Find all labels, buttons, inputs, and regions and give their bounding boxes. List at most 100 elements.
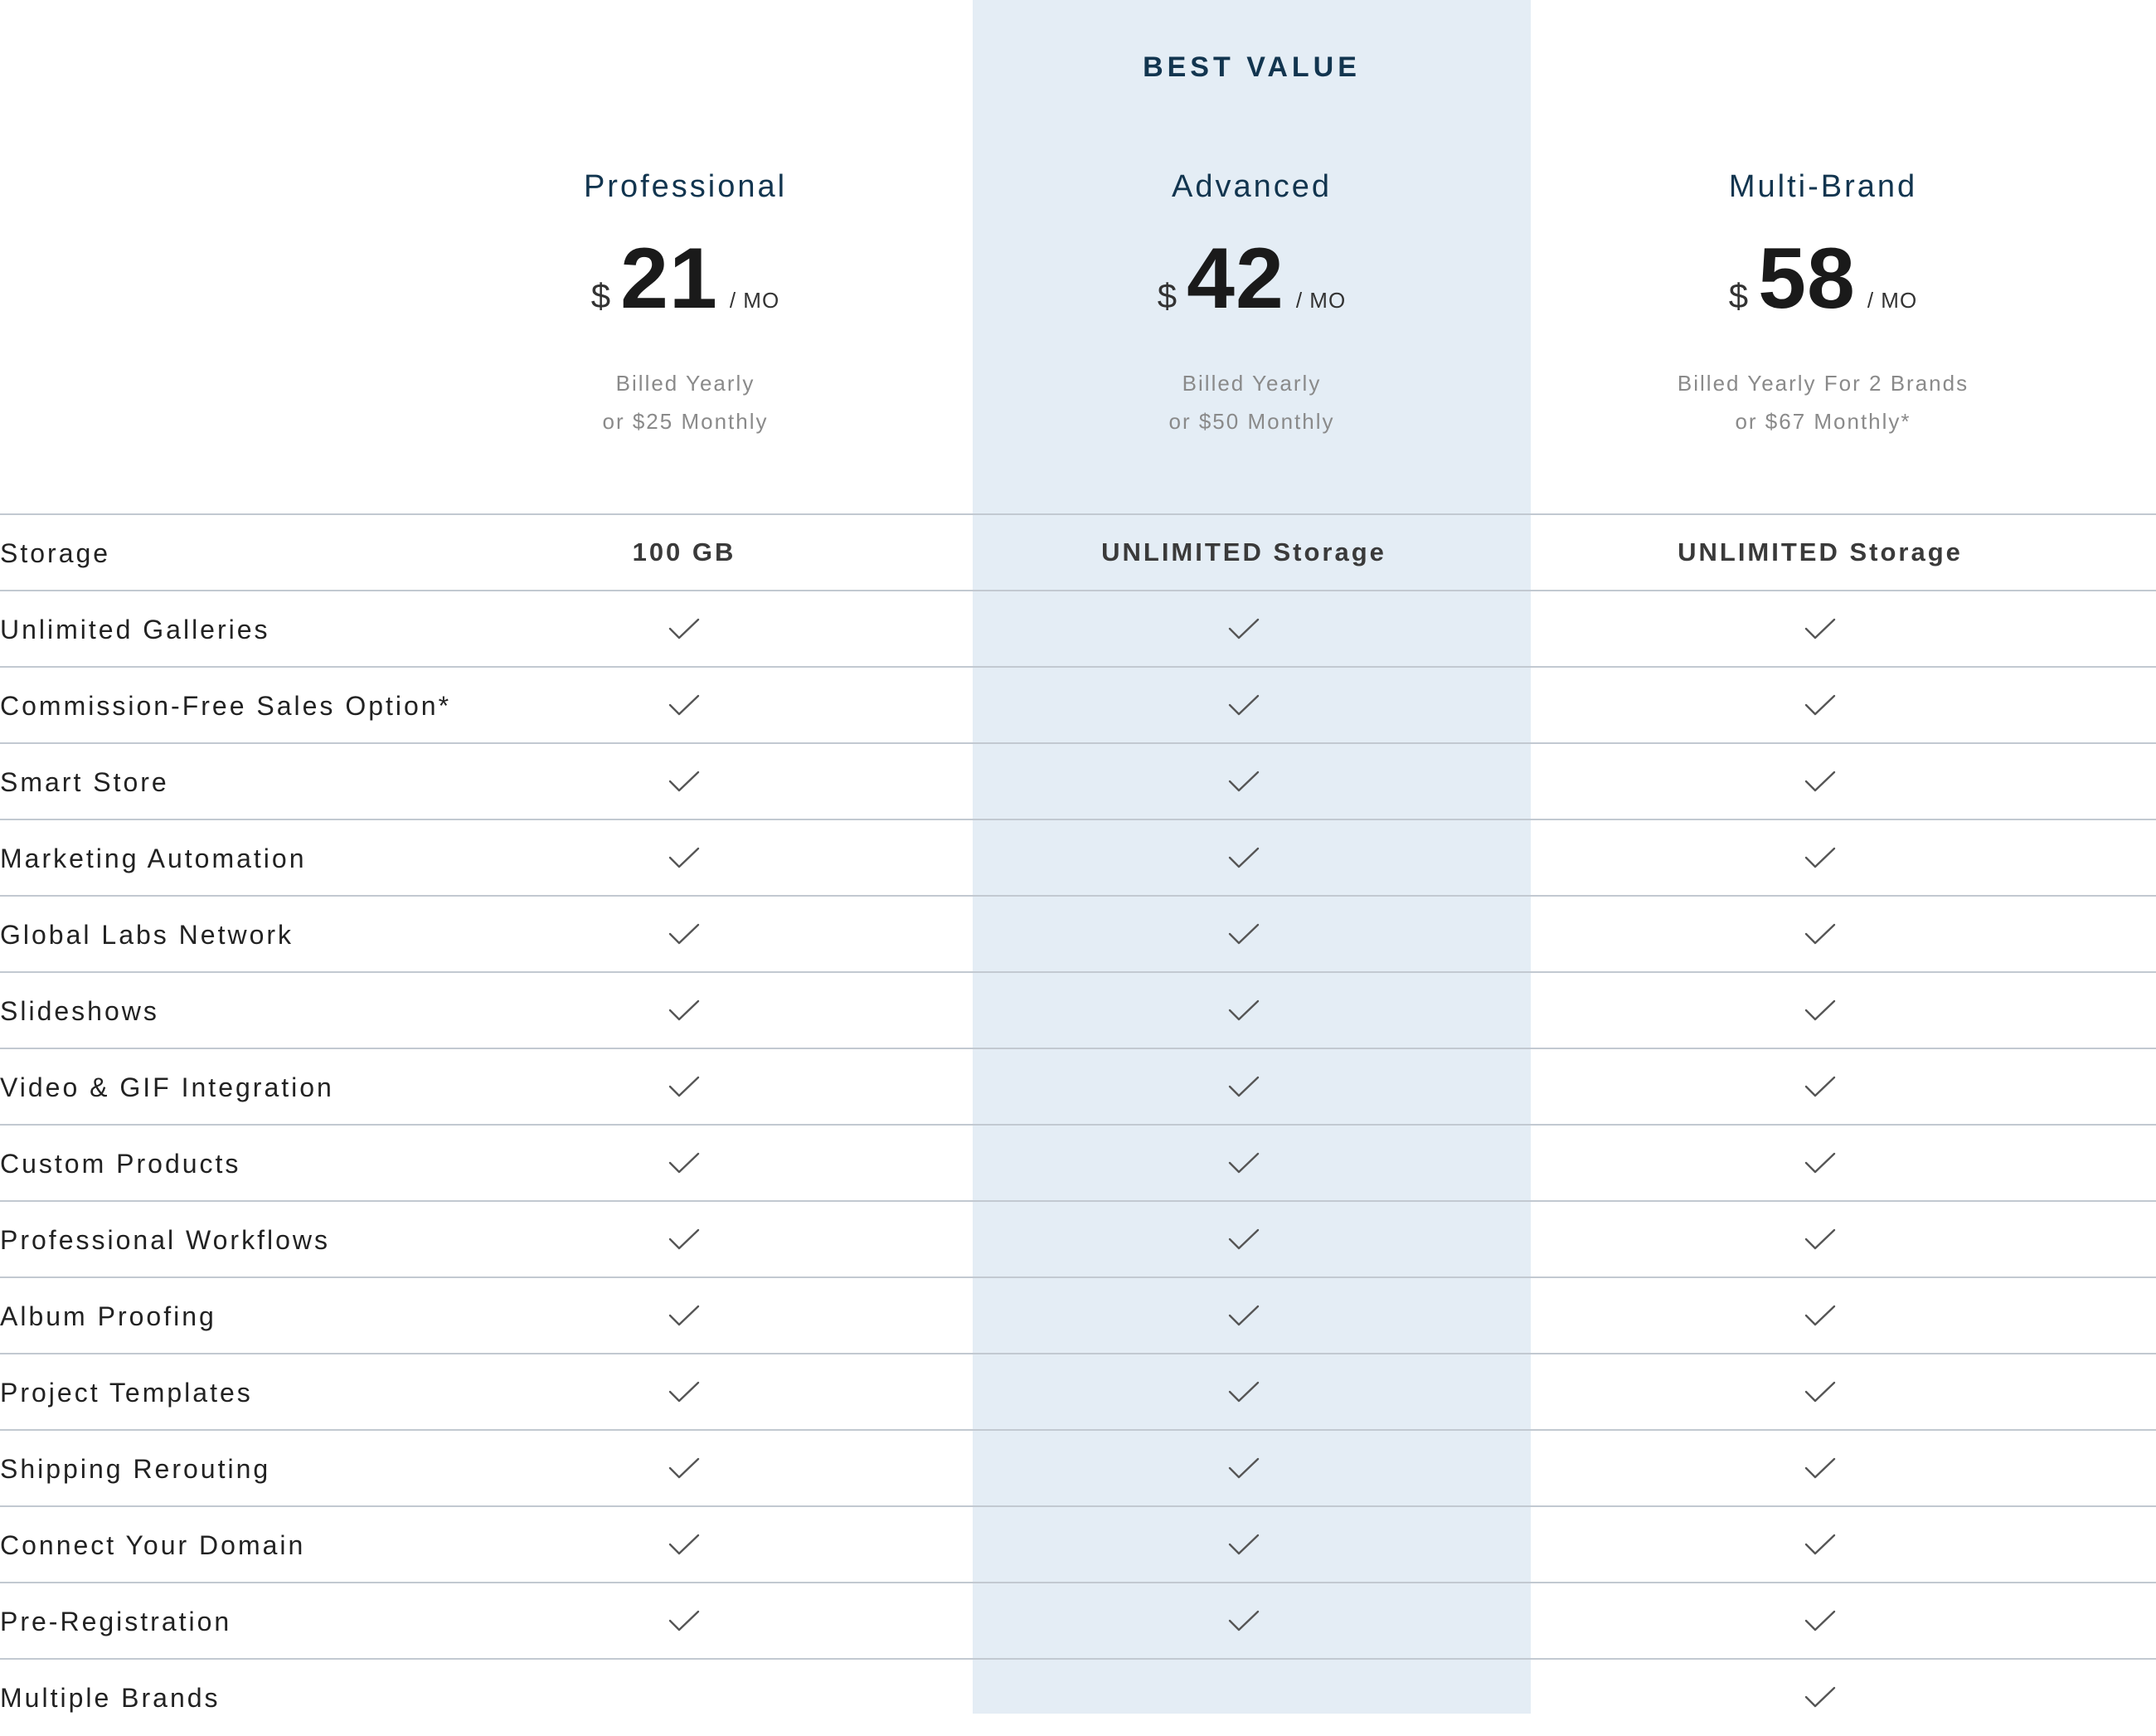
price-amount: 21 bbox=[620, 231, 718, 327]
feature-label: Shipping Rerouting bbox=[0, 1454, 271, 1484]
feature-value: 100 GB bbox=[632, 537, 736, 567]
billing-line-2: or $25 Monthly bbox=[602, 409, 769, 434]
feature-row: Smart Store bbox=[0, 742, 2156, 819]
check-icon bbox=[1804, 1608, 1837, 1633]
feature-label: Unlimited Galleries bbox=[0, 615, 270, 644]
check-icon bbox=[668, 998, 701, 1023]
price-amount: 42 bbox=[1187, 231, 1284, 327]
feature-label: Professional Workflows bbox=[0, 1225, 330, 1255]
feature-label: Multiple Brands bbox=[0, 1683, 221, 1713]
check-icon bbox=[1227, 998, 1260, 1023]
feature-label: Slideshows bbox=[0, 996, 159, 1026]
check-icon bbox=[1804, 693, 1837, 717]
feature-cell bbox=[1136, 1202, 1352, 1276]
feature-label: Custom Products bbox=[0, 1149, 241, 1179]
billing-line-2: or $50 Monthly bbox=[1168, 409, 1335, 434]
price-period: / MO bbox=[1295, 288, 1347, 313]
check-icon bbox=[668, 1074, 701, 1099]
feature-cell bbox=[1136, 1278, 1352, 1353]
feature-cell bbox=[576, 1431, 792, 1505]
feature-cell bbox=[1136, 591, 1352, 666]
feature-cell bbox=[576, 1278, 792, 1353]
feature-cell: UNLIMITED Storage bbox=[1101, 515, 1384, 590]
check-icon bbox=[668, 1379, 701, 1404]
check-icon bbox=[1227, 1227, 1260, 1252]
feature-row: Global Labs Network bbox=[0, 895, 2156, 971]
billing-note: Billed Yearly or $25 Monthly bbox=[406, 364, 964, 440]
check-icon bbox=[1227, 1303, 1260, 1328]
price-period: / MO bbox=[729, 288, 780, 313]
feature-cell bbox=[1136, 973, 1352, 1048]
feature-cell bbox=[576, 1354, 792, 1429]
check-icon bbox=[1227, 921, 1260, 946]
feature-cell bbox=[576, 897, 792, 971]
feature-cell bbox=[1712, 1660, 1928, 1734]
feature-row: Multiple Brands bbox=[0, 1658, 2156, 1734]
feature-cell bbox=[1712, 744, 1928, 819]
check-icon bbox=[668, 1150, 701, 1175]
feature-comparison-table: Storage 100 GB UNLIMITED Storage UNLIMITED … bbox=[0, 513, 2156, 1734]
plan-advanced: Advanced $ 42 / MO Billed Yearly or $50 … bbox=[973, 162, 1531, 440]
check-icon bbox=[1804, 1074, 1837, 1099]
feature-row: Custom Products bbox=[0, 1124, 2156, 1200]
feature-cell bbox=[1712, 1049, 1928, 1124]
feature-cell bbox=[1136, 1049, 1352, 1124]
feature-cell bbox=[1712, 1583, 1928, 1658]
feature-row: Storage 100 GB UNLIMITED Storage UNLIMITED … bbox=[0, 513, 2156, 590]
feature-cell bbox=[1136, 1660, 1352, 1734]
feature-cell bbox=[576, 1507, 792, 1582]
feature-cell bbox=[1712, 1126, 1928, 1200]
feature-cell bbox=[1136, 1354, 1352, 1429]
feature-label: Marketing Automation bbox=[0, 844, 307, 873]
feature-cell bbox=[1712, 1507, 1928, 1582]
feature-cell bbox=[1136, 1583, 1352, 1658]
check-icon bbox=[1227, 616, 1260, 641]
feature-cell bbox=[576, 1202, 792, 1276]
feature-row: Album Proofing bbox=[0, 1276, 2156, 1353]
check-icon bbox=[668, 921, 701, 946]
check-icon bbox=[1804, 769, 1837, 794]
check-icon bbox=[1804, 616, 1837, 641]
feature-label: Global Labs Network bbox=[0, 920, 294, 950]
feature-cell bbox=[1712, 591, 1928, 666]
feature-cell bbox=[576, 1126, 792, 1200]
feature-cell bbox=[1136, 668, 1352, 742]
feature-row: Slideshows bbox=[0, 971, 2156, 1048]
check-icon bbox=[1804, 1227, 1837, 1252]
feature-label: Album Proofing bbox=[0, 1301, 216, 1331]
check-icon bbox=[1227, 1074, 1260, 1099]
check-icon bbox=[668, 845, 701, 870]
feature-label: Video & GIF Integration bbox=[0, 1072, 334, 1102]
feature-cell bbox=[1712, 1354, 1928, 1429]
price-amount: 58 bbox=[1758, 231, 1856, 327]
feature-cell bbox=[576, 591, 792, 666]
feature-label: Connect Your Domain bbox=[0, 1530, 306, 1560]
billing-line-1: Billed Yearly bbox=[1182, 371, 1322, 396]
feature-label: Smart Store bbox=[0, 767, 169, 797]
check-icon bbox=[1227, 1150, 1260, 1175]
check-icon bbox=[668, 1456, 701, 1481]
check-icon bbox=[1804, 998, 1837, 1023]
feature-row: Unlimited Galleries bbox=[0, 590, 2156, 666]
plan-name: Professional bbox=[583, 169, 788, 204]
check-icon bbox=[1227, 1608, 1260, 1633]
price-currency: $ bbox=[1728, 276, 1749, 315]
feature-cell bbox=[1712, 897, 1928, 971]
check-icon bbox=[1804, 1303, 1837, 1328]
check-icon bbox=[1227, 1456, 1260, 1481]
check-icon bbox=[1227, 1379, 1260, 1404]
check-icon bbox=[668, 1227, 701, 1252]
feature-cell bbox=[1136, 897, 1352, 971]
check-icon bbox=[1804, 921, 1837, 946]
check-icon bbox=[668, 616, 701, 641]
check-icon bbox=[1804, 1532, 1837, 1557]
feature-cell bbox=[1136, 1507, 1352, 1582]
feature-cell bbox=[1136, 1126, 1352, 1200]
feature-cell bbox=[576, 668, 792, 742]
billing-line-1: Billed Yearly bbox=[615, 371, 755, 396]
feature-cell bbox=[576, 744, 792, 819]
plan-name: Advanced bbox=[1171, 169, 1332, 204]
check-icon bbox=[1227, 693, 1260, 717]
plan-name: Multi-Brand bbox=[1728, 169, 1918, 204]
billing-line-1: Billed Yearly For 2 Brands bbox=[1677, 371, 1969, 396]
